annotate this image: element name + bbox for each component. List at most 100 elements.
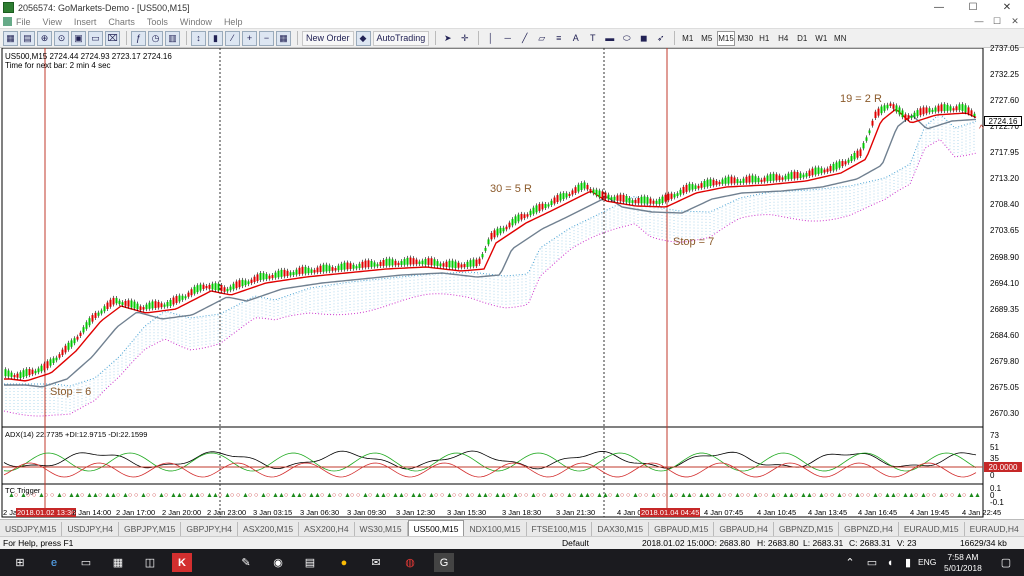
windows-start-icon[interactable]: ⊞ <box>10 553 30 572</box>
chart-tab[interactable]: EURAUD,H4 <box>965 522 1024 536</box>
menu-charts[interactable]: Charts <box>108 17 135 27</box>
fibo-icon[interactable]: ≡ <box>551 31 566 46</box>
minimize-button[interactable]: — <box>922 2 956 13</box>
chart-tab[interactable]: ASX200,H4 <box>299 522 355 536</box>
indicators-icon[interactable]: ƒ <box>131 30 146 46</box>
candle <box>97 312 100 316</box>
menu-window[interactable]: Window <box>180 17 212 27</box>
chrome-icon[interactable]: ● <box>334 553 354 572</box>
store-icon[interactable]: ▦ <box>108 553 128 572</box>
volume-icon[interactable]: ◖ <box>880 553 900 572</box>
menu-tools[interactable]: Tools <box>147 17 168 27</box>
chart-tab[interactable]: ASX200,M15 <box>238 522 300 536</box>
bar-chart-icon[interactable]: ↕ <box>191 30 206 46</box>
menu-help[interactable]: Help <box>224 17 243 27</box>
chart-tab[interactable]: GBPAUD,H4 <box>714 522 774 536</box>
people-icon[interactable]: ⌃ <box>840 553 860 572</box>
candle <box>370 261 373 267</box>
camera-icon[interactable]: ◉ <box>268 553 288 572</box>
chart-window-icon[interactable] <box>3 17 12 26</box>
store-bag-icon[interactable]: ◫ <box>140 553 160 572</box>
paint-icon[interactable]: ✎ <box>236 553 256 572</box>
candle <box>163 304 166 307</box>
arrows-icon[interactable]: ➶ <box>653 31 668 46</box>
tf-h4[interactable]: H4 <box>775 31 792 46</box>
horizontal-line-icon[interactable]: ─ <box>500 31 515 46</box>
candle <box>430 258 433 266</box>
candle <box>766 175 769 182</box>
chart-tab[interactable]: US500,M15 <box>407 520 465 536</box>
new-order-button[interactable]: New Order <box>302 30 354 46</box>
tf-m1[interactable]: M1 <box>679 31 696 46</box>
tile-icon[interactable]: ▦ <box>276 30 291 46</box>
tf-m15[interactable]: M15 <box>717 30 735 46</box>
tf-d1[interactable]: D1 <box>794 31 811 46</box>
chart-tab[interactable]: USDJPY,M15 <box>0 522 63 536</box>
email-icon[interactable]: ✉ <box>366 553 386 572</box>
line-chart-icon[interactable]: ⁄ <box>225 30 240 46</box>
text-icon[interactable]: A <box>568 31 583 46</box>
label-icon[interactable]: T <box>585 31 600 46</box>
chart-tab[interactable]: GBPJPY,M15 <box>119 522 182 536</box>
templates-icon[interactable]: ▥ <box>165 30 180 46</box>
periods-icon[interactable]: ◷ <box>148 30 163 46</box>
chart-tab[interactable]: GBPNZD,H4 <box>839 522 899 536</box>
terminal-icon[interactable]: ▭ <box>88 30 103 46</box>
metaeditor-icon[interactable]: ◆ <box>355 30 371 46</box>
crosshair-icon[interactable]: ✛ <box>457 31 472 46</box>
channel-icon[interactable]: ▱ <box>534 31 549 46</box>
trendline-icon[interactable]: ╱ <box>517 31 532 46</box>
trading-app-icon[interactable]: ◍ <box>400 553 420 572</box>
zoom-out-icon[interactable]: − <box>259 30 274 46</box>
cursor-icon[interactable]: ➤ <box>440 31 455 46</box>
rectangle-icon[interactable]: ▬ <box>602 31 617 46</box>
chart-tab[interactable]: WS30,M15 <box>355 522 408 536</box>
chart-tab[interactable]: GBPNZD,M15 <box>774 522 840 536</box>
price-chart[interactable]: ▲ ○ ▲ ○ ○ ▲ ○ ○ ▲ ○ ▲ ▲ ○ ▲ ▲ ○ ▲ ▲ ○ ▲ ○ ○ ▲ ○ ○ ▲ ○ ▲ ▲ ○ ▲ ▲ ○ ▲ ▲ ○ ▲ ○ ○ ▲… <box>0 48 1024 518</box>
ellipse-icon[interactable]: ⬭ <box>619 31 634 46</box>
tf-mn[interactable]: MN <box>832 31 849 46</box>
candle <box>25 369 28 377</box>
mdi-close-button[interactable]: ✕ <box>1006 16 1024 27</box>
chart-tab[interactable]: EURAUD,M15 <box>899 522 965 536</box>
kaspersky-icon[interactable]: K <box>172 553 192 572</box>
candles-icon[interactable]: ▮ <box>208 30 223 46</box>
tf-m30[interactable]: M30 <box>737 31 754 46</box>
tester-icon[interactable]: ⌧ <box>105 30 120 46</box>
chart-tab[interactable]: USDJPY,H4 <box>62 522 120 536</box>
menu-file[interactable]: File <box>16 17 31 27</box>
explorer-icon[interactable]: ▭ <box>76 553 96 572</box>
mdi-minimize-button[interactable]: — <box>970 16 988 27</box>
archive-icon[interactable]: ▤ <box>300 553 320 572</box>
network-icon[interactable]: ▭ <box>862 553 882 572</box>
language-indicator[interactable]: ENG <box>918 557 936 567</box>
navigator-icon[interactable]: ▣ <box>71 30 86 46</box>
menu-view[interactable]: View <box>43 17 62 27</box>
tf-m5[interactable]: M5 <box>698 31 715 46</box>
new-chart-icon[interactable]: ▦ <box>3 30 18 46</box>
clock[interactable]: 7:58 AM 5/01/2018 <box>944 552 982 574</box>
close-button[interactable]: ✕ <box>990 2 1024 13</box>
gomarkets-icon[interactable]: G <box>434 553 454 572</box>
notifications-icon[interactable]: ▢ <box>996 553 1016 572</box>
menu-insert[interactable]: Insert <box>74 17 97 27</box>
chart-tab[interactable]: GBPJPY,H4 <box>181 522 239 536</box>
profiles-icon[interactable]: ▤ <box>20 30 35 46</box>
chart-tab[interactable]: GBPAUD,M15 <box>649 522 715 536</box>
shapes-icon[interactable]: ◼ <box>636 31 651 46</box>
vertical-line-icon[interactable]: │ <box>483 31 498 46</box>
market-watch-icon[interactable]: ⊕ <box>37 30 52 46</box>
chart-tab[interactable]: DAX30,M15 <box>592 522 650 536</box>
maximize-button[interactable]: ☐ <box>956 2 990 13</box>
candle <box>514 216 517 224</box>
chart-tab[interactable]: NDX100,M15 <box>464 522 527 536</box>
chart-tab[interactable]: FTSE100,M15 <box>527 522 593 536</box>
battery-icon[interactable]: ▮ <box>898 553 918 572</box>
data-window-icon[interactable]: ⊙ <box>54 30 69 46</box>
autotrading-button[interactable]: AutoTrading <box>372 30 430 46</box>
tf-w1[interactable]: W1 <box>813 31 830 46</box>
tf-h1[interactable]: H1 <box>756 31 773 46</box>
zoom-in-icon[interactable]: + <box>242 30 257 46</box>
mdi-restore-button[interactable]: ☐ <box>988 16 1006 27</box>
edge-icon[interactable]: e <box>44 553 64 572</box>
